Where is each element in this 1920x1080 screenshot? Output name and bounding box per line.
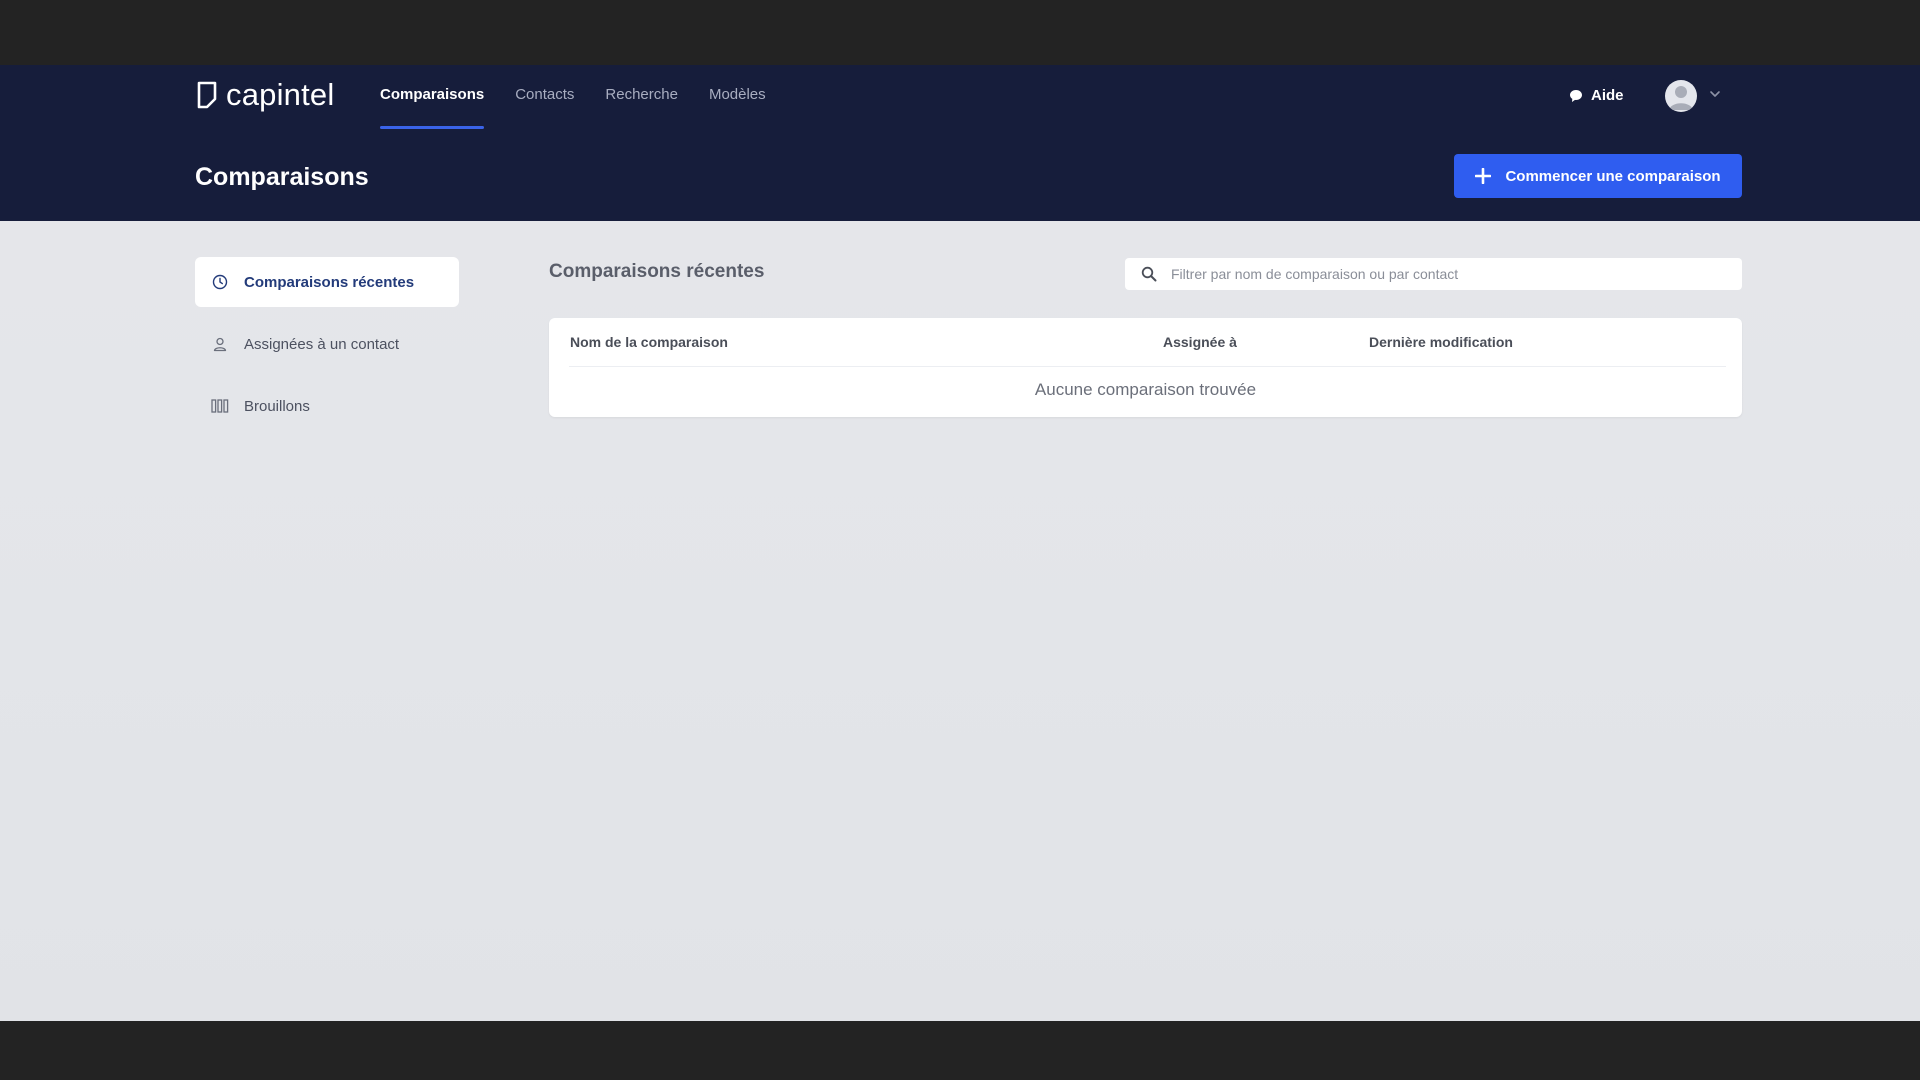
sidebar-item-label: Comparaisons récentes xyxy=(244,273,415,291)
app-window: capintel Comparaisons Contacts Recherche… xyxy=(0,65,1920,1021)
help-button[interactable]: Aide xyxy=(1569,87,1624,104)
column-header-modified[interactable]: Dernière modification xyxy=(1369,334,1513,350)
comparisons-table: Nom de la comparaison Assignée à Dernièr… xyxy=(549,318,1742,417)
sidebar-item-recent[interactable]: Comparaisons récentes xyxy=(195,257,459,307)
start-comparison-label: Commencer une comparaison xyxy=(1505,167,1721,185)
tab-modeles[interactable]: Modèles xyxy=(709,65,766,129)
search-bar xyxy=(1125,258,1742,290)
sidebar-item-label: Brouillons xyxy=(244,397,310,415)
search-input[interactable] xyxy=(1169,265,1713,283)
column-header-name[interactable]: Nom de la comparaison xyxy=(570,334,728,350)
user-avatar-icon xyxy=(1669,86,1693,110)
tab-recherche[interactable]: Recherche xyxy=(605,65,678,129)
avatar[interactable] xyxy=(1665,80,1697,112)
logo[interactable]: capintel xyxy=(196,79,334,110)
columns-icon xyxy=(210,396,230,416)
sidebar: Comparaisons récentes Assignées à un con… xyxy=(195,257,459,443)
top-bar: capintel Comparaisons Contacts Recherche… xyxy=(0,65,1920,221)
sidebar-item-label: Assignées à un contact xyxy=(244,335,400,353)
chat-bubble-icon xyxy=(1570,89,1582,102)
start-comparison-button[interactable]: Commencer une comparaison xyxy=(1454,154,1742,198)
user-icon xyxy=(210,334,230,354)
column-header-assigned[interactable]: Assignée à xyxy=(1163,334,1237,350)
help-label: Aide xyxy=(1591,87,1624,104)
sidebar-item-assigned[interactable]: Assignées à un contact xyxy=(195,319,459,369)
page-title: Comparaisons xyxy=(195,163,369,191)
empty-state-message: Aucune comparaison trouvée xyxy=(1034,380,1257,399)
search-icon xyxy=(1141,266,1157,282)
header-divider xyxy=(569,366,1726,367)
main-nav: Comparaisons Contacts Recherche Modèles xyxy=(380,65,797,129)
plus-icon xyxy=(1475,168,1492,184)
section-title: Comparaisons récentes xyxy=(549,261,765,282)
sidebar-item-drafts[interactable]: Brouillons xyxy=(195,381,459,431)
logo-mark-icon xyxy=(197,81,217,108)
tab-comparaisons[interactable]: Comparaisons xyxy=(380,65,485,129)
clock-icon xyxy=(210,272,230,292)
chevron-down-icon[interactable] xyxy=(1709,89,1721,99)
logo-text: capintel xyxy=(226,77,335,112)
tab-contacts[interactable]: Contacts xyxy=(515,65,574,129)
